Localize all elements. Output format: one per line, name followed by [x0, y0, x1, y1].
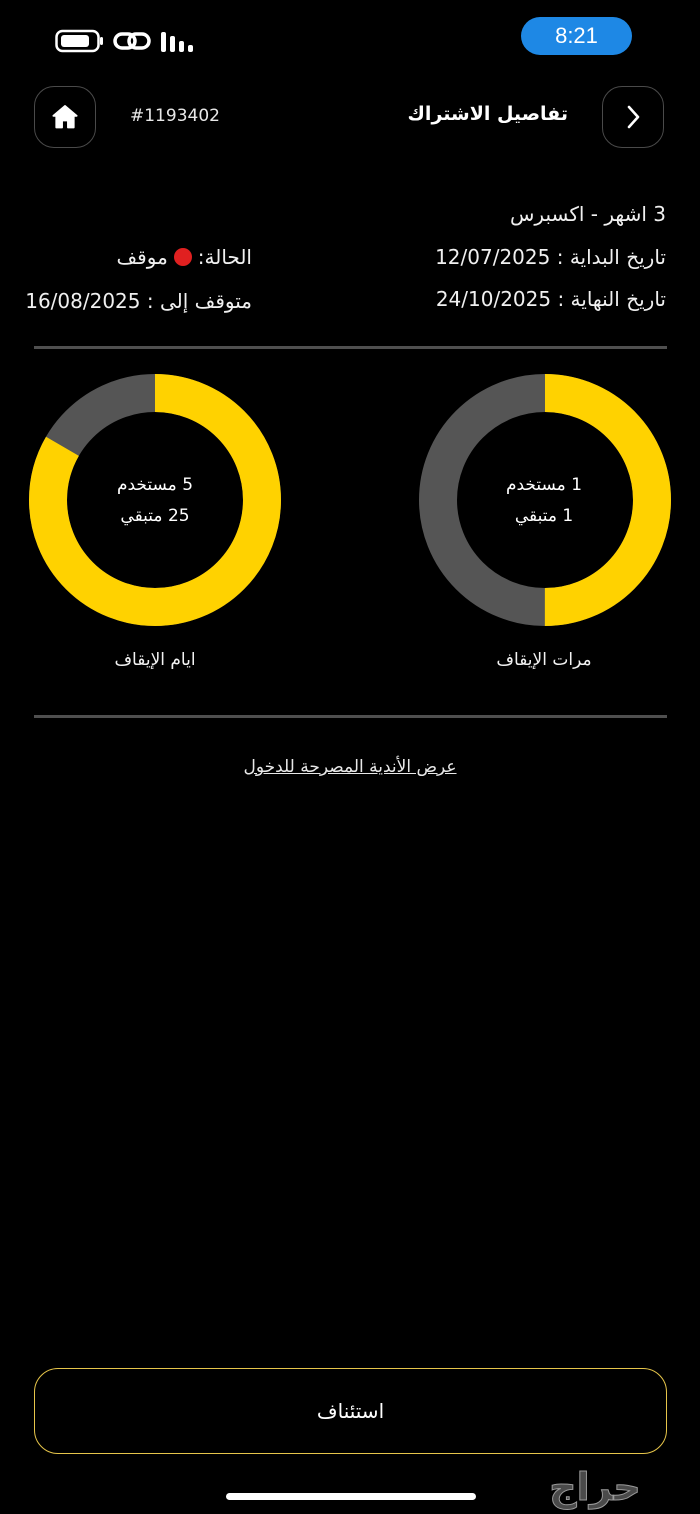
svg-text:حراج: حراج — [549, 1466, 640, 1509]
freeze-count-label: مرات الإيقاف — [496, 650, 592, 670]
freeze-charts — [29, 374, 671, 626]
home-indicator — [226, 1493, 476, 1500]
allowed-clubs-link[interactable]: عرض الأندية المصرحة للدخول — [0, 757, 700, 777]
resume-button[interactable]: استئناف — [34, 1368, 667, 1454]
freeze-count-remaining: 1 متبقي — [514, 506, 574, 526]
haraj-watermark: حراج — [549, 1466, 641, 1510]
freeze-count-used: 1 مستخدم — [505, 475, 583, 495]
divider — [34, 715, 667, 718]
freeze-days-used: 5 مستخدم — [116, 475, 194, 495]
freeze-count-center: 1 مستخدم 1 متبقي — [454, 470, 634, 532]
freeze-days-remaining: 25 متبقي — [120, 506, 190, 526]
freeze-days-center: 5 مستخدم 25 متبقي — [65, 470, 245, 532]
freeze-days-label: ايام الإيقاف — [114, 650, 196, 670]
